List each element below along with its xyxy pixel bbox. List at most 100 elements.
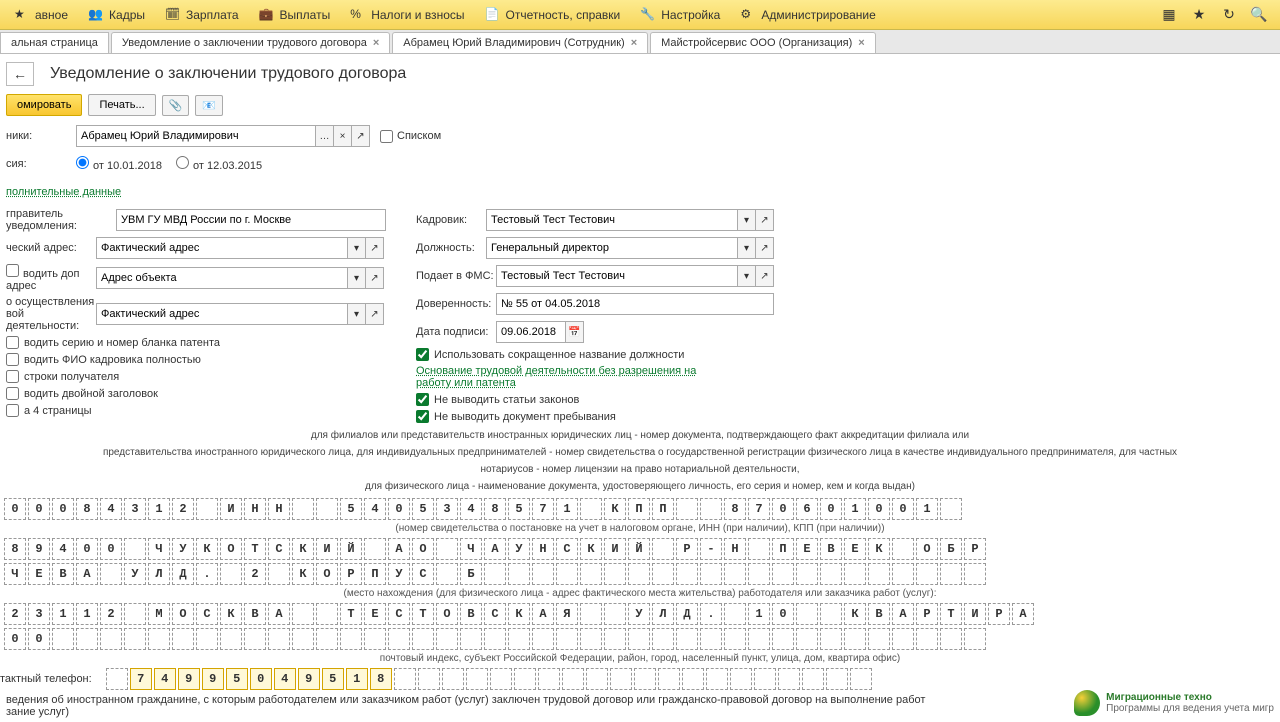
cell[interactable]: [628, 628, 650, 650]
cell[interactable]: А: [388, 538, 410, 560]
cell[interactable]: [394, 668, 416, 690]
cell[interactable]: У: [388, 563, 410, 585]
cell[interactable]: Й: [628, 538, 650, 560]
cell[interactable]: [724, 563, 746, 585]
radio-date-2[interactable]: от 12.03.2015: [176, 156, 262, 172]
cell[interactable]: О: [916, 538, 938, 560]
cell[interactable]: [748, 538, 770, 560]
cell[interactable]: [748, 628, 770, 650]
cell[interactable]: Н: [724, 538, 746, 560]
cell[interactable]: [460, 628, 482, 650]
cell[interactable]: [508, 628, 530, 650]
cell[interactable]: В: [868, 603, 890, 625]
cell[interactable]: С: [268, 538, 290, 560]
cell[interactable]: Б: [940, 538, 962, 560]
cb-4pages[interactable]: [6, 404, 19, 417]
cell[interactable]: 3: [436, 498, 458, 520]
cell[interactable]: [220, 628, 242, 650]
star-fav-icon[interactable]: ★: [1188, 4, 1210, 26]
cell[interactable]: П: [772, 538, 794, 560]
cell[interactable]: В: [52, 563, 74, 585]
cell[interactable]: Р: [916, 603, 938, 625]
cell[interactable]: [820, 603, 842, 625]
cell[interactable]: А: [268, 603, 290, 625]
cell[interactable]: 0: [772, 498, 794, 520]
dropdown-button[interactable]: ▾: [348, 267, 366, 289]
cell[interactable]: Е: [844, 538, 866, 560]
cell[interactable]: И: [964, 603, 986, 625]
cell[interactable]: [652, 538, 674, 560]
history-icon[interactable]: ↻: [1218, 4, 1240, 26]
cell[interactable]: В: [820, 538, 842, 560]
cell[interactable]: 8: [724, 498, 746, 520]
cell[interactable]: Н: [532, 538, 554, 560]
cell[interactable]: П: [628, 498, 650, 520]
cell[interactable]: 7: [532, 498, 554, 520]
cell[interactable]: 1: [844, 498, 866, 520]
cell[interactable]: [124, 628, 146, 650]
cell[interactable]: А: [892, 603, 914, 625]
cell[interactable]: К: [292, 563, 314, 585]
cell[interactable]: 2: [172, 498, 194, 520]
cell[interactable]: [466, 668, 488, 690]
cell[interactable]: Т: [940, 603, 962, 625]
cell[interactable]: [610, 668, 632, 690]
cell[interactable]: 0: [820, 498, 842, 520]
cell[interactable]: [196, 498, 218, 520]
cell[interactable]: М: [148, 603, 170, 625]
cell[interactable]: [796, 628, 818, 650]
cell[interactable]: [634, 668, 656, 690]
tab-employee[interactable]: Абрамец Юрий Владимирович (Сотрудник)×: [392, 32, 648, 53]
cell[interactable]: Р: [964, 538, 986, 560]
cell[interactable]: 3: [28, 603, 50, 625]
cell[interactable]: 9: [298, 668, 320, 690]
cell[interactable]: [244, 628, 266, 650]
cell[interactable]: 5: [226, 668, 248, 690]
cell[interactable]: 8: [484, 498, 506, 520]
cell[interactable]: [658, 668, 680, 690]
cell[interactable]: [532, 563, 554, 585]
cell[interactable]: 4: [52, 538, 74, 560]
sign-date-input[interactable]: [496, 321, 566, 343]
cell[interactable]: [292, 603, 314, 625]
cell[interactable]: [892, 628, 914, 650]
cell[interactable]: 1: [916, 498, 938, 520]
cell[interactable]: Ч: [148, 538, 170, 560]
cell[interactable]: [106, 668, 128, 690]
cell[interactable]: 8: [4, 538, 26, 560]
send-button[interactable]: 📧: [195, 95, 223, 116]
cell[interactable]: 0: [388, 498, 410, 520]
cell[interactable]: 5: [322, 668, 344, 690]
cell[interactable]: [844, 628, 866, 650]
cell[interactable]: 4: [154, 668, 176, 690]
cell[interactable]: 2: [4, 603, 26, 625]
cell[interactable]: [706, 668, 728, 690]
cell[interactable]: 4: [460, 498, 482, 520]
cell[interactable]: [100, 628, 122, 650]
cell[interactable]: [730, 668, 752, 690]
hr-input[interactable]: [486, 209, 738, 231]
close-icon[interactable]: ×: [631, 37, 637, 49]
cell[interactable]: 0: [868, 498, 890, 520]
cell[interactable]: [580, 628, 602, 650]
cell[interactable]: О: [436, 603, 458, 625]
cell[interactable]: [802, 668, 824, 690]
cell[interactable]: Е: [796, 538, 818, 560]
cell[interactable]: К: [220, 603, 242, 625]
cell[interactable]: 9: [28, 538, 50, 560]
cell[interactable]: О: [316, 563, 338, 585]
cell[interactable]: 5: [412, 498, 434, 520]
cell[interactable]: [484, 628, 506, 650]
back-button[interactable]: ←: [6, 62, 34, 86]
tab-notification[interactable]: Уведомление о заключении трудового догов…: [111, 32, 390, 53]
cell[interactable]: [964, 628, 986, 650]
cell[interactable]: 0: [28, 498, 50, 520]
cell[interactable]: 0: [250, 668, 272, 690]
cell[interactable]: [220, 563, 242, 585]
cell[interactable]: 0: [28, 628, 50, 650]
print-button[interactable]: Печать...: [88, 94, 155, 116]
cell[interactable]: [676, 628, 698, 650]
cell[interactable]: [148, 628, 170, 650]
cell[interactable]: [916, 563, 938, 585]
cell[interactable]: Я: [556, 603, 578, 625]
